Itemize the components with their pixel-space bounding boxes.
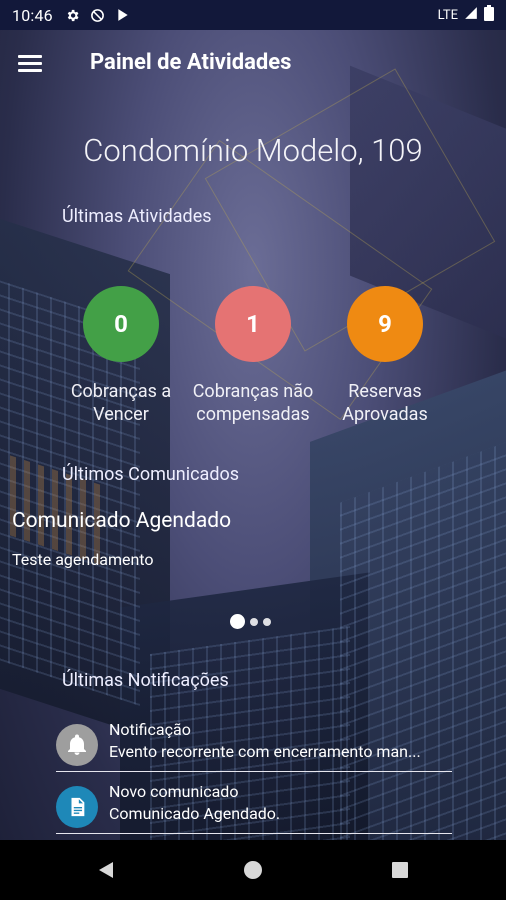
condominium-name: Condomínio Modelo, 109 [83,132,423,169]
carousel-dot-active[interactable] [230,614,245,629]
notification-item[interactable]: Novo comunicado Comunicado Agendado. [56,776,452,834]
carousel-indicator [230,614,271,629]
home-icon[interactable] [243,860,263,884]
notification-item[interactable]: Notificação Evento recorrente com encerr… [56,714,452,772]
network-type: LTE [437,7,458,23]
activity-label: Reservas Aprovadas [342,381,428,425]
activity-charges-due[interactable]: 0 Cobranças a Vencer [56,286,186,426]
back-icon[interactable] [96,860,116,884]
announcement-text: Teste agendamento [12,550,154,569]
recents-icon[interactable] [390,860,410,884]
count-badge: 1 [215,286,291,362]
activity-approved-reservations[interactable]: 9 Reservas Aprovadas [320,286,450,426]
do-not-disturb-icon [90,7,106,23]
gear-icon [65,7,81,23]
app-bar: Painel de Atividades [0,30,506,100]
bell-icon [56,724,98,766]
document-icon [56,786,98,828]
last-announcements-title: Últimos Comunicados [62,464,240,485]
notification-text: Evento recorrente com encerramento man..… [109,742,421,761]
count-badge: 0 [83,286,159,362]
last-activities-title: Últimas Atividades [62,206,212,227]
notification-title: Novo comunicado [109,782,239,801]
carousel-dot[interactable] [263,617,271,626]
system-nav-bar [0,840,506,900]
announcement-title: Comunicado Agendado [12,509,232,533]
notification-title: Notificação [109,720,191,739]
activity-label: Cobranças a Vencer [70,381,172,425]
hamburger-menu-icon[interactable] [18,52,52,78]
battery-icon [484,5,494,25]
play-store-icon [115,7,131,23]
status-bar: 10:46 LTE [0,0,506,30]
last-notifications-title: Últimas Notificações [62,670,229,691]
page-title: Painel de Atividades [90,50,292,75]
app-screen: 10:46 LTE Painel de Atividades Condomíni… [0,0,506,900]
status-time: 10:46 [12,5,53,25]
signal-icon [464,6,478,24]
carousel-dot[interactable] [250,617,258,626]
activity-label: Cobranças não compensadas [192,381,314,425]
notification-text: Comunicado Agendado. [109,804,281,823]
activity-uncompensated-charges[interactable]: 1 Cobranças não compensadas [188,286,318,426]
count-badge: 9 [347,286,423,362]
